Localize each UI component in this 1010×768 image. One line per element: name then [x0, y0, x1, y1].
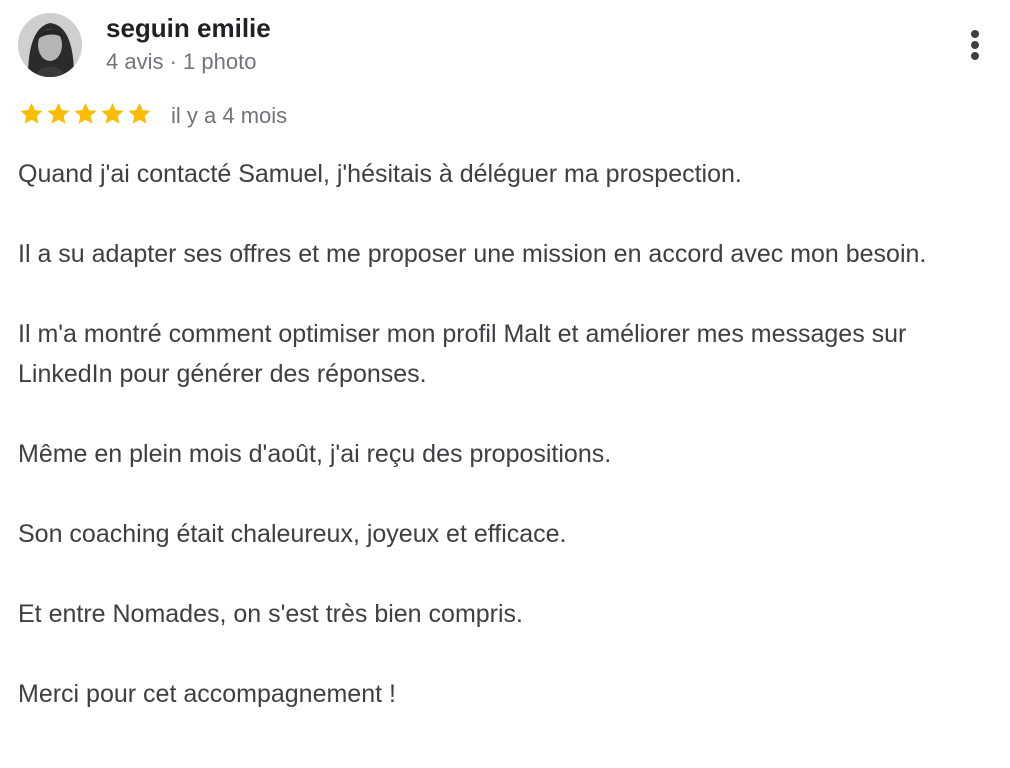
author-name[interactable]: seguin emilie	[106, 13, 271, 44]
review-paragraph: Même en plein mois d'août, j'ai reçu des…	[18, 440, 612, 468]
review-text: Quand j'ai contacté Samuel, j'hésitais à…	[18, 154, 993, 754]
review-card: seguin emilie 4 avis · 1 photo il y a 4 …	[0, 0, 1010, 768]
review-paragraph: Quand j'ai contacté Samuel, j'hésitais à…	[18, 160, 742, 188]
review-paragraph: Merci pour cet accompagnement !	[18, 680, 396, 708]
star-rating	[18, 100, 153, 130]
author-avatar[interactable]	[18, 13, 82, 77]
star-icon	[20, 102, 43, 124]
review-paragraph: Il a su adapter ses offres et me propose…	[18, 240, 927, 268]
star-icon	[74, 102, 97, 124]
review-paragraph: Et entre Nomades, on s'est très bien com…	[18, 600, 523, 628]
avatar-photo	[18, 13, 82, 77]
star-icon	[128, 102, 151, 124]
star-icon	[47, 102, 70, 124]
star-icon	[101, 102, 124, 124]
review-paragraph: Il m'a montré comment optimiser mon prof…	[18, 320, 907, 388]
more-options-button[interactable]	[956, 22, 996, 68]
review-date: il y a 4 mois	[171, 103, 288, 128]
review-paragraph: Son coaching était chaleureux, joyeux et…	[18, 520, 567, 548]
author-review-count: 4 avis · 1 photo	[106, 49, 257, 74]
